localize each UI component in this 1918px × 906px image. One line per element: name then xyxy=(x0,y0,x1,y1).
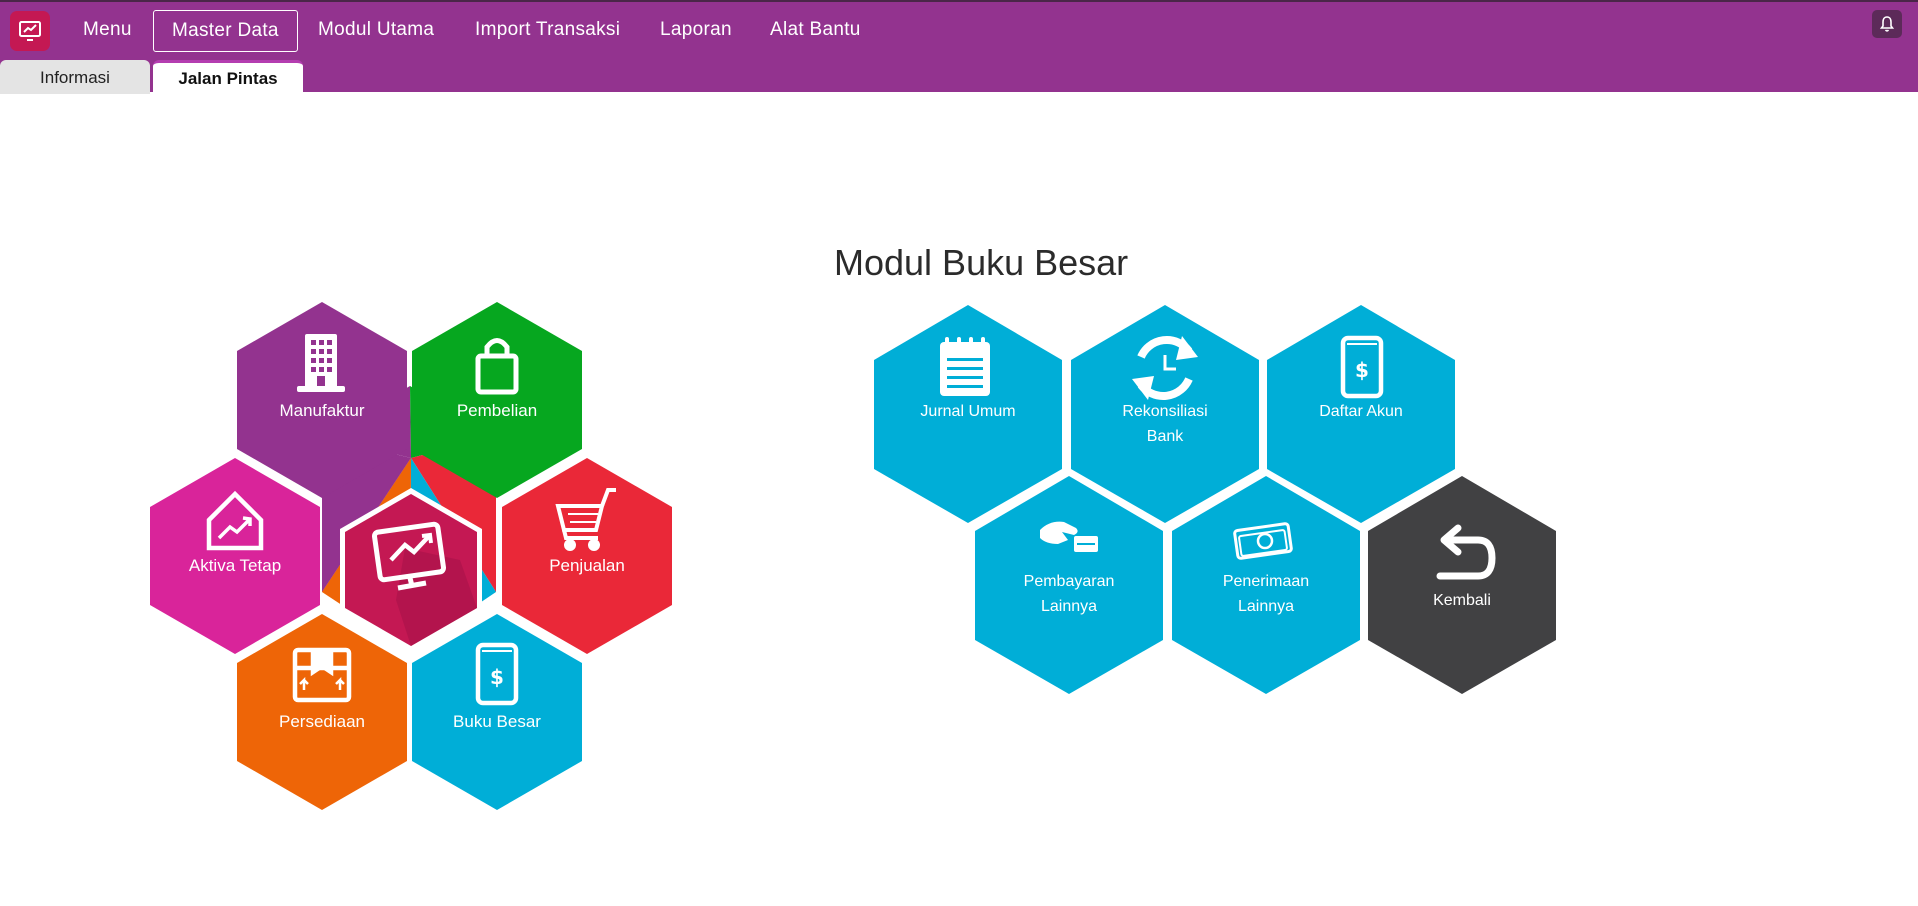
jurnal-umum-tile[interactable] xyxy=(874,305,1062,523)
persediaan-tile[interactable] xyxy=(237,614,407,810)
notepad-icon xyxy=(940,337,990,396)
module-hex-grid: $ $ xyxy=(150,302,1556,810)
svg-text:$: $ xyxy=(1355,358,1369,382)
kembali-tile[interactable] xyxy=(1368,476,1556,694)
penerimaan-lainnya-tile[interactable] xyxy=(1172,476,1360,694)
penjualan-tile[interactable] xyxy=(502,458,672,654)
svg-text:$: $ xyxy=(490,665,504,689)
aktiva-tetap-tile[interactable] xyxy=(150,458,320,654)
pembayaran-lainnya-tile[interactable] xyxy=(975,476,1163,694)
